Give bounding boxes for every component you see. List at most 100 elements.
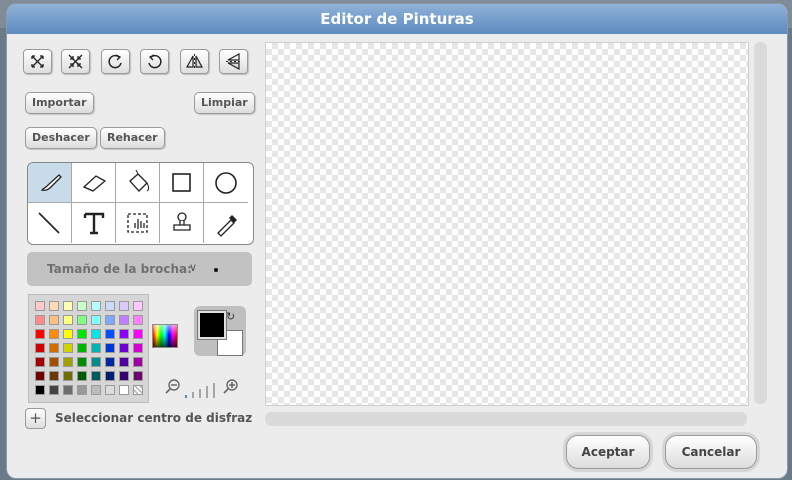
color-swatch[interactable] [49,301,59,311]
color-swatch[interactable] [105,357,115,367]
color-swatch[interactable] [133,357,143,367]
color-swatch[interactable] [49,371,59,381]
eyedropper-icon [217,215,237,237]
horizontal-scrollbar[interactable] [265,412,747,426]
color-swatch[interactable] [77,315,87,325]
color-swatch[interactable] [77,343,87,353]
rectangle-tool[interactable] [160,163,204,203]
color-swatch[interactable] [105,385,115,395]
color-swatch[interactable] [49,315,59,325]
foreground-color-swatch[interactable] [197,310,227,340]
color-swatch[interactable] [63,385,73,395]
undo-button[interactable]: Deshacer [25,127,97,149]
zoom-level-2[interactable] [192,392,194,398]
select-tool[interactable] [116,203,160,243]
color-swatch[interactable] [105,315,115,325]
color-swatch[interactable] [119,371,129,381]
color-swatch[interactable] [49,343,59,353]
line-tool[interactable] [28,203,72,243]
color-swatch[interactable] [35,357,45,367]
color-swatch[interactable] [35,329,45,339]
color-swatch[interactable] [119,357,129,367]
color-swatch[interactable] [49,385,59,395]
color-swatch[interactable] [119,385,129,395]
color-swatch[interactable] [133,315,143,325]
eraser-tool[interactable] [72,163,116,203]
color-swatch[interactable] [133,371,143,381]
drawing-canvas[interactable] [265,42,749,406]
color-swatch[interactable] [91,329,101,339]
color-swatch[interactable] [133,343,143,353]
grow-button[interactable] [23,49,52,74]
brush-size-selector[interactable]: Tamaño de la brocha: ∨ [27,252,252,286]
set-costume-center-button[interactable]: + [25,408,46,429]
color-swatch[interactable] [77,371,87,381]
vertical-scrollbar[interactable] [754,42,767,404]
color-swatch[interactable] [63,315,73,325]
flip-vertical-button[interactable] [219,49,248,74]
color-swatch[interactable] [119,343,129,353]
rotate-right-button[interactable] [140,49,169,74]
zoom-level-1[interactable] [185,395,187,398]
color-swatch[interactable] [91,385,101,395]
brush-size-preview [214,268,218,272]
color-swatch[interactable] [49,329,59,339]
color-swatch[interactable] [91,301,101,311]
redo-button[interactable]: Rehacer [100,127,165,149]
import-button[interactable]: Importar [25,92,94,114]
zoom-out-icon[interactable] [165,379,181,395]
zoom-in-icon[interactable] [223,379,239,395]
color-swatch[interactable] [63,343,73,353]
color-swatch[interactable] [105,301,115,311]
swap-colors-icon[interactable]: ↻ [226,310,235,323]
color-swatch[interactable] [91,357,101,367]
zoom-level-4[interactable] [206,386,208,398]
clear-button[interactable]: Limpiar [194,92,255,114]
color-swatch[interactable] [133,301,143,311]
text-tool[interactable] [72,203,116,243]
color-swatch[interactable] [35,371,45,381]
shrink-button[interactable] [61,49,90,74]
color-swatch[interactable] [119,329,129,339]
color-swatch[interactable] [63,329,73,339]
color-swatch[interactable] [133,385,143,395]
ellipse-icon [215,172,237,194]
color-spectrum-icon[interactable] [152,324,178,348]
color-swatch[interactable] [77,385,87,395]
color-swatch[interactable] [105,371,115,381]
paintbrush-tool[interactable] [28,163,72,203]
zoom-control [165,378,255,398]
color-swatch[interactable] [35,315,45,325]
color-swatch[interactable] [105,329,115,339]
ellipse-tool[interactable] [204,163,248,203]
cancel-button[interactable]: Cancelar [665,435,757,469]
rectangle-icon [172,173,191,192]
zoom-level-5[interactable] [213,383,215,398]
flip-vertical-icon [226,52,241,71]
color-swatch[interactable] [63,357,73,367]
color-swatch[interactable] [91,315,101,325]
fill-tool[interactable] [116,163,160,203]
color-swatch[interactable] [35,343,45,353]
color-swatch[interactable] [63,371,73,381]
color-swatch[interactable] [77,301,87,311]
eyedropper-tool[interactable] [204,203,248,243]
color-swatch[interactable] [49,357,59,367]
color-swatch[interactable] [105,343,115,353]
color-swatch[interactable] [119,315,129,325]
color-swatch[interactable] [35,385,45,395]
color-swatch[interactable] [77,329,87,339]
color-swatch[interactable] [91,343,101,353]
zoom-level-3[interactable] [199,389,201,398]
ok-button[interactable]: Aceptar [566,435,650,469]
color-swatch[interactable] [35,301,45,311]
color-swatch[interactable] [91,371,101,381]
color-swatch[interactable] [77,357,87,367]
color-swatch[interactable] [63,301,73,311]
flip-horizontal-button[interactable] [180,49,209,74]
stamp-tool[interactable] [160,203,204,243]
flip-horizontal-icon [185,54,204,69]
rotate-left-button[interactable] [101,49,130,74]
color-swatch[interactable] [133,329,143,339]
color-swatch[interactable] [119,301,129,311]
